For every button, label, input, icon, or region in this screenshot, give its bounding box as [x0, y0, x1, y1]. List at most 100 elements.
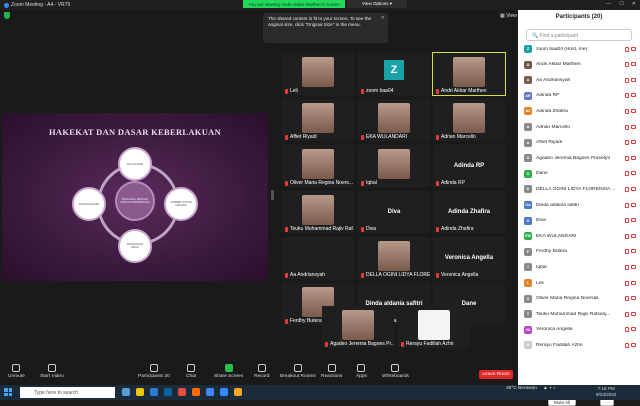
video-tile[interactable]: Veronica Angella Veronica Angella: [433, 237, 505, 279]
participant-row[interactable]: F Ferdhy Butera: [524, 247, 636, 257]
minimize-button[interactable]: —: [606, 1, 611, 7]
share-screen-button[interactable]: Share Screen: [214, 364, 243, 379]
video-tile[interactable]: Aa Andriansyah: [282, 237, 354, 279]
taskbar-search-input[interactable]: Type here to search: [20, 387, 115, 398]
video-tile[interactable]: Diva Diva: [358, 191, 430, 233]
notice-text: The shared content is fit to your screen…: [268, 16, 372, 27]
record-button[interactable]: Record: [254, 364, 269, 379]
mic-muted-icon: [436, 134, 439, 140]
tile-label: Agadeo Jeremia Bagoes Pr...: [325, 341, 394, 347]
video-tile[interactable]: DELLA OGINI LIDYA FLORE...: [358, 237, 430, 279]
breakout-rooms-button[interactable]: Breakout Rooms: [280, 364, 316, 379]
avatar: D: [524, 169, 532, 178]
participant-row[interactable]: DA Dinda aldania safitri: [524, 200, 636, 210]
mic-muted-icon: [625, 171, 629, 177]
mic-muted-icon: [285, 88, 288, 94]
split-handle[interactable]: [271, 190, 274, 200]
video-tile[interactable]: Rerayu Fadillah Azhri: [398, 306, 470, 348]
video-tile[interactable]: Leli: [282, 53, 354, 95]
close-icon[interactable]: ✕: [381, 15, 385, 21]
video-tile[interactable]: Iqbal: [358, 145, 430, 187]
video-tile[interactable]: Andri Akbar Marthen: [432, 52, 506, 96]
participant-video: [418, 310, 450, 340]
participant-video: [302, 57, 334, 87]
participant-row[interactable]: I Iqbal: [524, 262, 636, 272]
video-tile[interactable]: Zzoom baa04: [358, 53, 430, 95]
participant-row[interactable]: A Affiet Riyadi: [524, 138, 636, 148]
maximize-button[interactable]: ☐: [619, 1, 623, 7]
share-screen-icon: [224, 364, 233, 372]
file-explorer-icon[interactable]: [136, 388, 144, 396]
participant-row[interactable]: A Agadeo Jeremia Bagoes Prasetyo: [524, 153, 636, 163]
participant-status: [625, 233, 636, 239]
start-video-button[interactable]: Start Video: [40, 364, 64, 379]
participant-row[interactable]: A Aa Andriansyah: [524, 75, 636, 85]
network-icon[interactable]: ▲ ◖ ♪: [543, 386, 556, 391]
avatar: D: [524, 185, 532, 194]
participants-button[interactable]: Participants 20: [138, 364, 170, 379]
tile-name: EKA WULANDARI: [366, 134, 408, 140]
participant-row[interactable]: D Diva: [524, 216, 636, 226]
participant-row[interactable]: AZ Adinda Zhafira: [524, 106, 636, 116]
video-tile[interactable]: Adrian Marcello: [433, 99, 505, 141]
tile-name: Adrian Marcello: [441, 134, 476, 140]
participant-row[interactable]: R Rerayu Fadillah Azhri: [524, 340, 636, 350]
participant-video: [342, 310, 374, 340]
view-options-button[interactable]: View Options ▾: [347, 0, 407, 8]
video-tile[interactable]: Affiet Riyadi: [282, 99, 354, 141]
participant-row[interactable]: D DELLA OGINI LIDYA FLORENSIA ...: [524, 184, 636, 194]
reactions-button[interactable]: Reactions: [321, 364, 342, 379]
date-text: 9/23/2022: [596, 392, 617, 397]
participant-row[interactable]: Zzoom baa04 (Host, me): [524, 44, 636, 54]
view-button[interactable]: ▦ View: [500, 13, 517, 19]
video-tile[interactable]: Adinda RP Adinda RP: [433, 145, 505, 187]
security-shield-icon[interactable]: [4, 12, 10, 19]
unmute-button[interactable]: Unmute: [8, 364, 25, 379]
chrome-icon[interactable]: [206, 388, 214, 396]
video-off-icon: [631, 218, 636, 223]
chrome-icon-2[interactable]: [234, 388, 242, 396]
windows-start-icon[interactable]: [4, 388, 12, 396]
record-icon: [257, 364, 266, 372]
mic-muted-icon: [625, 93, 629, 99]
participant-search-input[interactable]: 🔍 Find a participant: [526, 29, 632, 41]
video-tile[interactable]: Teuku Muhammad Rajiv Raf...: [282, 191, 354, 233]
participant-name: Diva: [536, 218, 546, 224]
participant-status: [625, 62, 636, 68]
video-tile[interactable]: Oliver Maria Regina Noers...: [282, 145, 354, 187]
participant-row[interactable]: D Dane: [524, 169, 636, 179]
app-icon[interactable]: [178, 388, 186, 396]
participant-row[interactable]: EW EKA WULANDARI: [524, 231, 636, 241]
tile-name: Adinda Zhafira: [441, 226, 474, 232]
participant-row[interactable]: AR Adinda RP: [524, 91, 636, 101]
window-controls: — ☐ ✕: [606, 1, 636, 7]
breakout-rooms-icon: [293, 364, 302, 372]
zoom-icon[interactable]: [220, 388, 228, 396]
participant-name: Dane: [536, 171, 548, 177]
whiteboards-button[interactable]: Whiteboards: [382, 364, 409, 379]
avatar: EW: [524, 232, 532, 241]
video-tile[interactable]: EKA WULANDARI: [358, 99, 430, 141]
participant-row[interactable]: O Oliver Maria Regina Noersali: [524, 294, 636, 304]
video-tile[interactable]: Adinda Zhafira Adinda Zhafira: [433, 191, 505, 233]
participant-status: [625, 202, 636, 208]
participant-row[interactable]: A Adrian Marcello: [524, 122, 636, 132]
weather-text[interactable]: 28°C Berawan: [506, 386, 537, 391]
participant-name: Adrian Marcello: [536, 124, 570, 130]
firefox-icon[interactable]: [192, 388, 200, 396]
task-view-icon[interactable]: [122, 388, 130, 396]
participant-row[interactable]: VA Veronica Angella: [524, 325, 636, 335]
participant-row[interactable]: A Andri Akbar Marthen: [524, 60, 636, 70]
apps-button[interactable]: Apps: [356, 364, 367, 379]
clock[interactable]: 7:16 PM 9/23/2022: [596, 386, 616, 398]
participant-status: [625, 124, 636, 130]
participant-row[interactable]: T Teuku Muhammad Rajiv Rafsanj...: [524, 309, 636, 319]
mic-muted-icon: [625, 249, 629, 255]
chat-button[interactable]: Chat: [186, 364, 196, 379]
edge-icon[interactable]: [150, 388, 158, 396]
close-button[interactable]: ✕: [632, 1, 636, 7]
leave-room-button[interactable]: Leave Room: [479, 370, 513, 379]
video-tile[interactable]: Agadeo Jeremia Bagoes Pr...: [322, 306, 394, 348]
participant-row[interactable]: L Leli: [524, 278, 636, 288]
store-icon[interactable]: [164, 388, 172, 396]
